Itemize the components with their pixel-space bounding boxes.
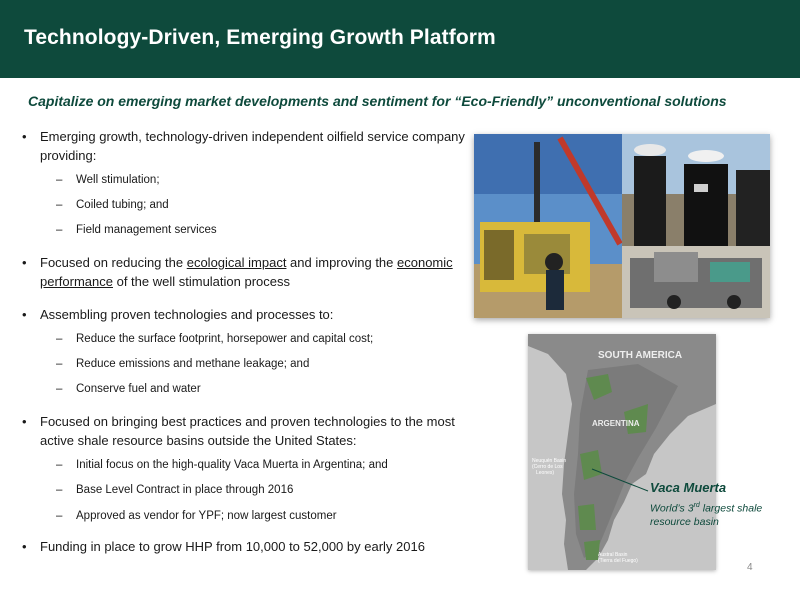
argentina-map-image: SOUTH AMERICA ARGENTINA Neuquén Basin (C… [528, 334, 716, 570]
sub-bullet-item: – Approved as vendor for YPF; now larges… [20, 508, 470, 524]
underlined-term: ecological impact [186, 255, 287, 270]
bullet-text: Focused on bringing best practices and p… [40, 414, 455, 448]
country-label: ARGENTINA [592, 419, 640, 428]
sub-bullet-item: – Reduce the surface footprint, horsepow… [20, 331, 470, 347]
worker-silhouette [684, 164, 728, 246]
bullet-text-pre: Focused on reducing the [40, 255, 187, 270]
basin-label: Leones) [536, 470, 554, 476]
sub-bullet-text: Initial focus on the high-quality Vaca M… [76, 459, 388, 471]
sub-bullet-item: – Base Level Contract in place through 2… [20, 482, 470, 498]
equipment-detail [484, 230, 514, 280]
continent-label: SOUTH AMERICA [598, 350, 682, 361]
hard-hat [634, 144, 666, 156]
bullet-dot: • [22, 414, 27, 429]
bullet-item: • Focused on reducing the ecological imp… [20, 253, 470, 291]
dash-marker: – [56, 383, 63, 395]
bullet-item: • Emerging growth, technology-driven ind… [20, 127, 470, 165]
slide-title: Technology-Driven, Emerging Growth Platf… [24, 26, 496, 49]
worker-head [545, 253, 563, 271]
dash-marker: – [56, 358, 63, 370]
bullet-dot: • [22, 539, 27, 554]
dash-marker: – [56, 484, 63, 496]
worker-silhouette [634, 156, 666, 246]
bullet-item: • Funding in place to grow HHP from 10,0… [20, 537, 470, 556]
dash-marker: – [56, 510, 63, 522]
bullet-dot: • [22, 255, 27, 270]
leader-line [591, 468, 649, 492]
sub-bullet-text: Reduce the surface footprint, horsepower… [76, 333, 374, 345]
sky-top [474, 134, 622, 194]
sub-bullet-text: Well stimulation; [76, 174, 160, 186]
bullet-dot: • [22, 307, 27, 322]
dash-marker: – [56, 199, 63, 211]
dash-marker: – [56, 224, 63, 236]
machinery-detail [710, 262, 750, 282]
callout-title: Vaca Muerta [650, 480, 727, 495]
bullet-text-mid: and improving the [286, 255, 398, 270]
sub-bullet-item: – Coiled tubing; and [20, 197, 470, 213]
dash-marker: – [56, 459, 63, 471]
worker-body [546, 270, 564, 310]
wheel [727, 295, 741, 309]
oilfield-photo-collage [474, 134, 770, 318]
sub-bullet-item: – Initial focus on the high-quality Vaca… [20, 457, 470, 473]
argentina-map: SOUTH AMERICA ARGENTINA Neuquén Basin (C… [528, 334, 716, 570]
oilfield-photo-collage-image [474, 134, 770, 318]
machinery-detail [654, 252, 698, 282]
callout-leader-line [591, 468, 649, 492]
bullet-text: Emerging growth, technology-driven indep… [40, 129, 465, 163]
wheel [667, 295, 681, 309]
basin-label: (Tierra del Fuego) [598, 558, 638, 564]
worker-silhouette [736, 170, 770, 246]
basin-shape [578, 504, 596, 530]
dash-marker: – [56, 174, 63, 186]
bullet-text: Funding in place to grow HHP from 10,000… [40, 539, 425, 554]
title-bar: Technology-Driven, Emerging Growth Platf… [0, 0, 800, 78]
hard-hat [688, 150, 724, 162]
bullet-item: • Assembling proven technologies and pro… [20, 305, 470, 324]
callout-sub-pre: World’s 3 [650, 502, 694, 515]
slide-subtitle: Capitalize on emerging market developmen… [28, 93, 727, 109]
sub-bullet-text: Base Level Contract in place through 201… [76, 484, 294, 496]
sub-bullet-text: Reduce emissions and methane leakage; an… [76, 358, 310, 370]
bullet-list: • Emerging growth, technology-driven ind… [20, 127, 470, 556]
equipment-detail [524, 234, 570, 274]
bullet-item: • Focused on bringing best practices and… [20, 412, 470, 450]
sub-bullet-text: Conserve fuel and water [76, 383, 201, 395]
sub-bullet-text: Coiled tubing; and [76, 199, 169, 211]
sub-bullet-item: – Reduce emissions and methane leakage; … [20, 356, 470, 372]
bullet-text-post: of the well stimulation process [112, 274, 291, 289]
bullet-dot: • [22, 129, 27, 144]
sub-bullet-text: Field management services [76, 224, 217, 236]
bullet-text: Assembling proven technologies and proce… [40, 307, 334, 322]
page-number: 4 [747, 562, 753, 573]
badge [694, 184, 708, 192]
sub-bullet-item: – Field management services [20, 222, 470, 238]
sub-bullet-item: – Well stimulation; [20, 172, 470, 188]
dash-marker: – [56, 333, 63, 345]
sub-bullet-item: – Conserve fuel and water [20, 381, 470, 397]
sub-bullet-text: Approved as vendor for YPF; now largest … [76, 510, 337, 522]
callout-subtitle: World’s 3rd largest shale resource basin [650, 499, 770, 529]
